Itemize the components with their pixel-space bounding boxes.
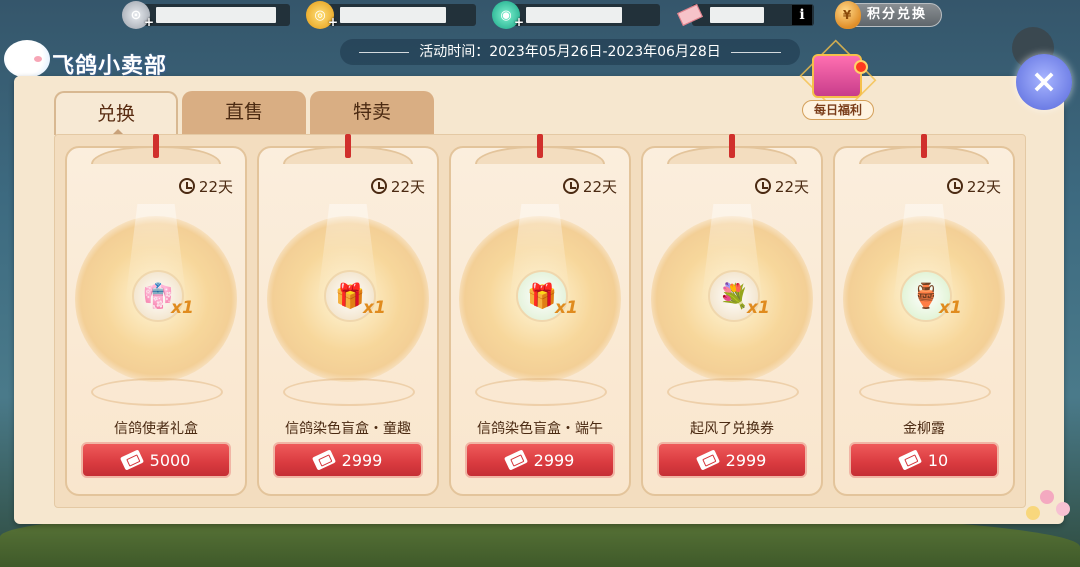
- ticket-icon: [695, 449, 720, 471]
- item-quantity: x1: [363, 298, 386, 318]
- exchange-button[interactable]: 2999: [465, 442, 615, 478]
- decorative-flowers: [1000, 486, 1080, 566]
- clock-icon: [562, 178, 579, 194]
- daily-welfare-button[interactable]: 每日福利: [799, 39, 878, 126]
- clock-icon: [946, 178, 963, 194]
- item-card[interactable]: 22天 👘 x1 信鸽使者礼盒 5000: [65, 134, 247, 496]
- time-left-text: 22天: [582, 178, 617, 196]
- item-card[interactable]: 22天 🎁 x1 信鸽染色盲盒・童趣 2999: [257, 134, 439, 496]
- exchange-button[interactable]: 2999: [657, 442, 807, 478]
- clock-icon: [754, 178, 771, 194]
- item-quantity: x1: [555, 298, 578, 318]
- pedestal-ring: [667, 378, 799, 406]
- time-left: 22天: [370, 176, 425, 197]
- exchange-button[interactable]: 10: [849, 442, 999, 478]
- hanging-ribbon: [537, 134, 543, 158]
- time-left: 22天: [562, 176, 617, 197]
- item-quantity: x1: [939, 298, 962, 318]
- time-left-text: 22天: [198, 178, 233, 196]
- clock-icon: [370, 178, 387, 194]
- add-icon: +: [514, 15, 525, 29]
- time-left-text: 22天: [390, 178, 425, 196]
- pedestal-ring: [859, 378, 991, 406]
- divider: [730, 51, 781, 53]
- clock-icon: [178, 178, 195, 194]
- close-button[interactable]: ×: [1016, 54, 1072, 110]
- tab-direct-sale[interactable]: 直售: [182, 91, 306, 135]
- tab-exchange[interactable]: 兑换: [54, 91, 178, 135]
- item-name: 信鸽染色盲盒・端午: [477, 421, 603, 437]
- resource-value-ticket: [710, 7, 764, 23]
- time-left: 22天: [946, 176, 1001, 197]
- tab-label: 特卖: [352, 101, 391, 123]
- hanging-ribbon: [729, 134, 735, 158]
- hanging-ribbon: [345, 134, 351, 158]
- time-left-text: 22天: [774, 178, 809, 196]
- price-text: 5000: [149, 450, 191, 470]
- item-quantity: x1: [171, 298, 194, 318]
- ticket-icon: [897, 449, 922, 471]
- divider: [359, 51, 410, 53]
- money-bag-icon: ¥: [835, 1, 861, 29]
- resource-gold[interactable]: ◎ +: [306, 1, 476, 29]
- ticket-icon: [676, 1, 704, 29]
- exchange-button[interactable]: 5000: [81, 442, 231, 478]
- info-icon[interactable]: i: [792, 5, 812, 25]
- pigeon-mascot-icon: [4, 40, 50, 78]
- item-name: 信鸽染色盲盒・童趣: [285, 421, 411, 437]
- tab-label: 直售: [224, 101, 263, 123]
- resource-value-gold: [340, 7, 446, 23]
- time-left: 22天: [754, 176, 809, 197]
- resource-value-silver: [156, 7, 276, 23]
- price-text: 2999: [341, 450, 383, 470]
- hanging-ribbon: [153, 134, 159, 158]
- resource-silver[interactable]: ⊙ +: [122, 1, 290, 29]
- item-name: 信鸽使者礼盒: [114, 421, 198, 437]
- resource-jade[interactable]: ◉ +: [492, 1, 660, 29]
- pedestal-ring: [91, 378, 223, 406]
- ticket-icon: [311, 449, 336, 471]
- daily-welfare-label: 每日福利: [802, 100, 874, 120]
- item-card[interactable]: 22天 🏺 x1 金柳露 10: [833, 134, 1015, 496]
- ticket-icon: [119, 449, 144, 471]
- tab-special-sale[interactable]: 特卖: [310, 91, 434, 135]
- points-exchange-button[interactable]: ¥ 积分兑换: [835, 1, 942, 29]
- time-left-text: 22天: [966, 178, 1001, 196]
- item-card[interactable]: 22天 💐 x1 起风了兑换券 2999: [641, 134, 823, 496]
- ticket-icon: [503, 449, 528, 471]
- exchange-button[interactable]: 2999: [273, 442, 423, 478]
- time-left: 22天: [178, 176, 233, 197]
- resource-bar: ⊙ + ◎ + ◉ + i ¥ 积分兑换: [0, 0, 1080, 32]
- item-card[interactable]: 22天 🎁 x1 信鸽染色盲盒・端午 2999: [449, 134, 631, 496]
- pedestal-ring: [283, 378, 415, 406]
- resource-value-jade: [526, 7, 622, 23]
- hanging-ribbon: [921, 134, 927, 158]
- add-icon: +: [144, 15, 155, 29]
- points-exchange-label: 积分兑换: [867, 7, 928, 22]
- item-name: 金柳露: [903, 421, 945, 437]
- gift-chest-icon: [812, 54, 862, 98]
- price-text: 2999: [533, 450, 575, 470]
- add-icon: +: [328, 15, 339, 29]
- notification-dot: [854, 60, 868, 74]
- event-time-text: 活动时间：2023年05月26日-2023年06月28日: [419, 44, 721, 60]
- pedestal-ring: [475, 378, 607, 406]
- item-quantity: x1: [747, 298, 770, 318]
- tab-label: 兑换: [96, 103, 135, 125]
- resource-ticket[interactable]: i: [677, 4, 814, 26]
- price-text: 2999: [725, 450, 767, 470]
- price-text: 10: [927, 450, 949, 470]
- close-icon: ×: [1030, 62, 1058, 100]
- item-name: 起风了兑换券: [690, 421, 774, 437]
- event-time-banner: 活动时间：2023年05月26日-2023年06月28日: [340, 39, 800, 65]
